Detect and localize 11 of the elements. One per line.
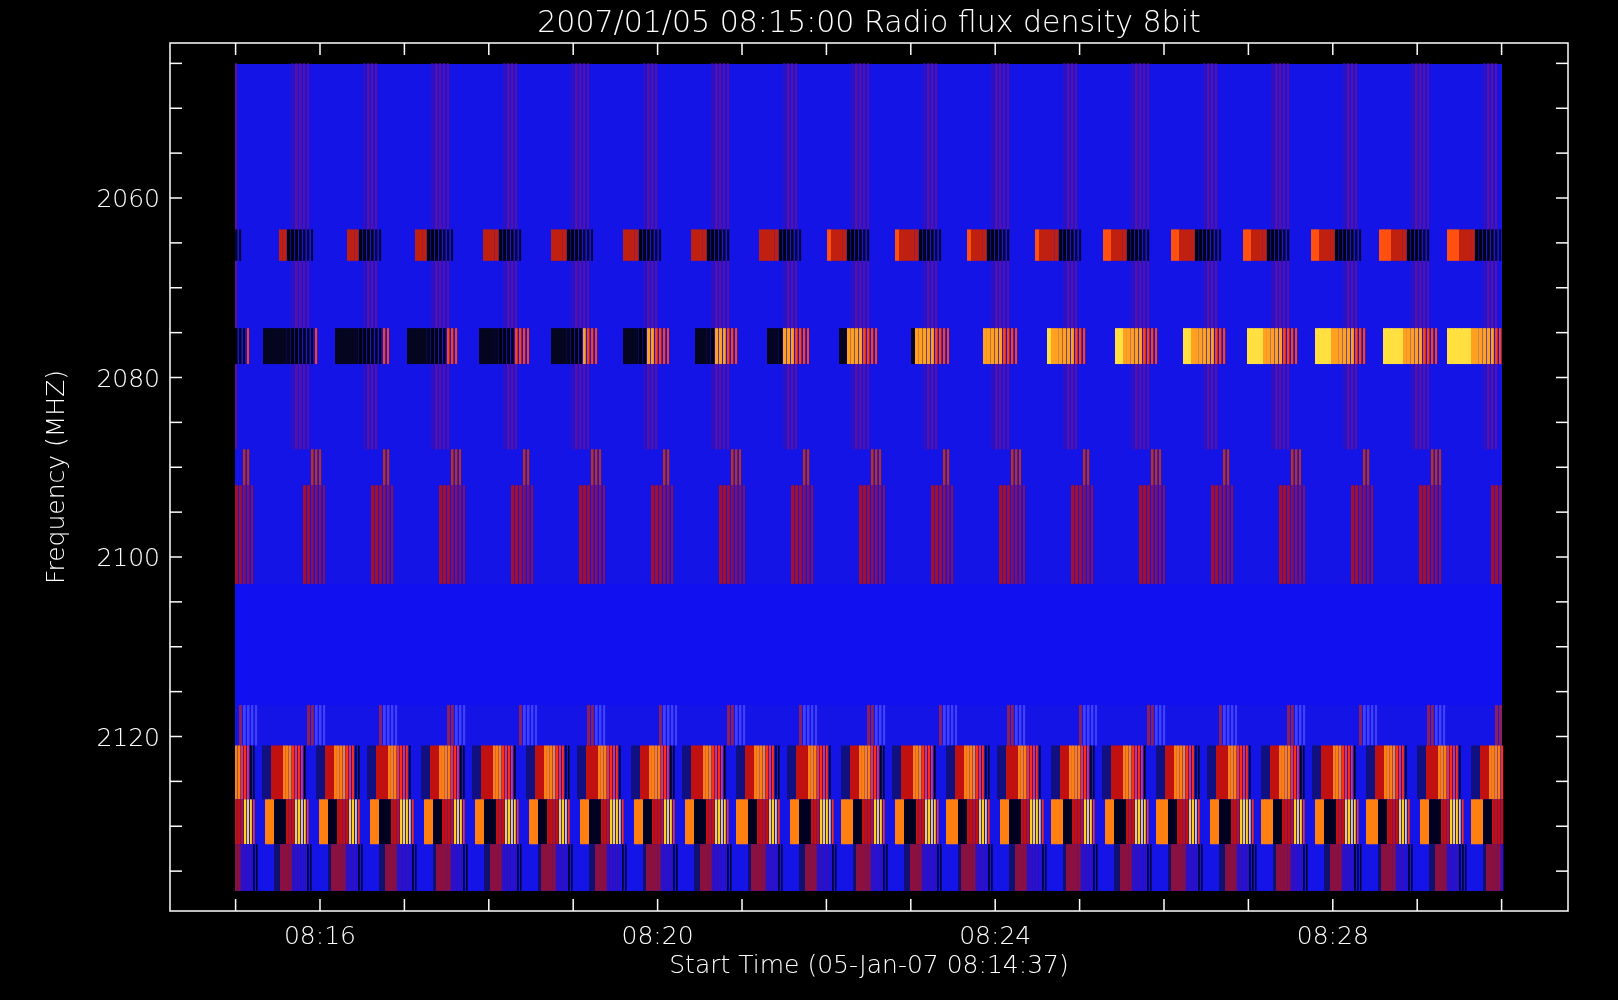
chart-title: 2007/01/05 08:15:00 Radio flux density 8bit <box>537 4 1201 39</box>
axis-tick-label: 08:20 <box>621 921 694 950</box>
axis-tick-label: 2120 <box>96 722 160 752</box>
axis-tick-label: 2060 <box>96 184 160 213</box>
axis-tick-label: 2100 <box>96 543 160 572</box>
axis-title: Frequency (MHZ) <box>41 369 70 585</box>
axis-tick-label: 08:28 <box>1296 921 1369 950</box>
axis-tick-label: 2080 <box>96 363 160 393</box>
axis-tick-label: 08:24 <box>959 921 1032 950</box>
axis-title: Start Time (05-Jan-07 08:14:37) <box>669 950 1069 979</box>
axis-tick-label: 08:16 <box>284 921 356 950</box>
